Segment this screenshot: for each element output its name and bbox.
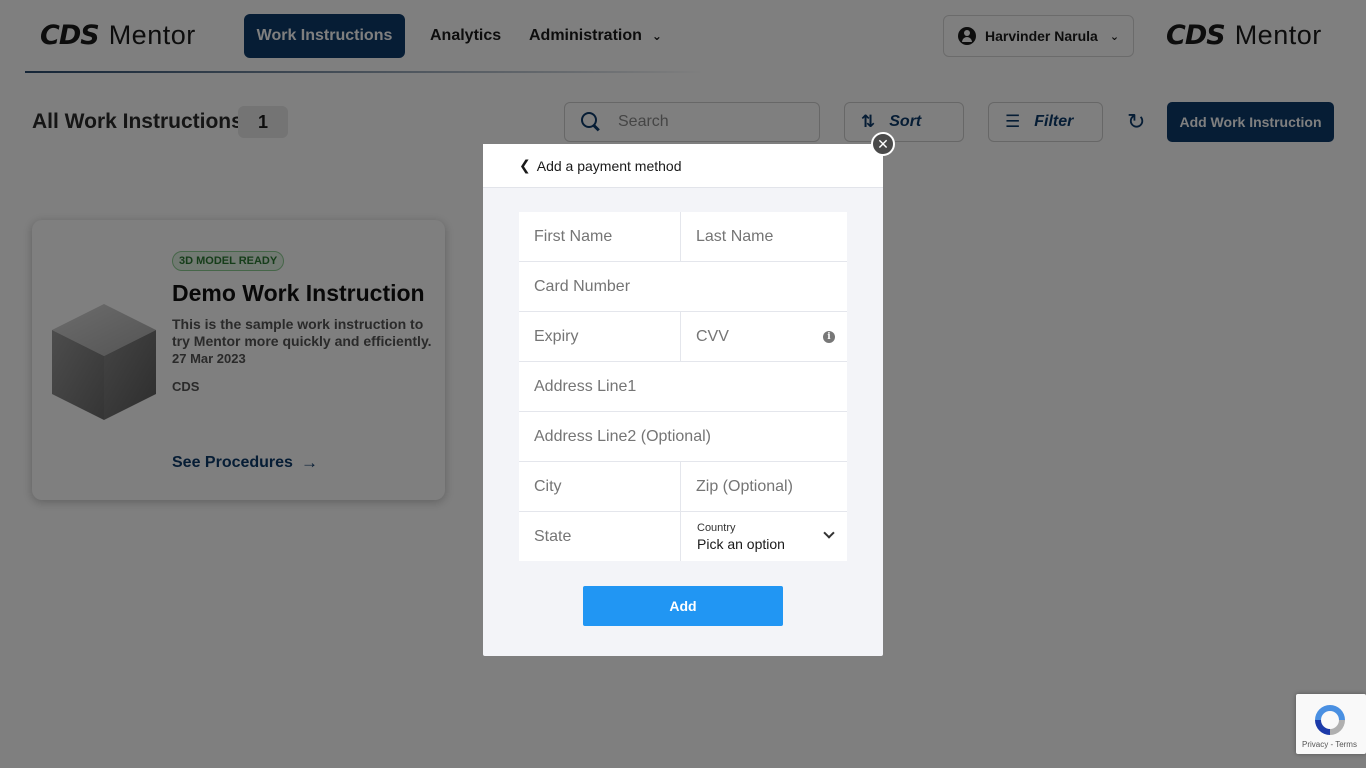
country-select[interactable]: Country Pick an option (681, 512, 847, 561)
form-row (519, 412, 847, 462)
country-value: Pick an option (697, 535, 785, 552)
form-row (519, 262, 847, 312)
expiry-input[interactable] (534, 327, 680, 346)
modal-title: Add a payment method (536, 157, 682, 174)
form-row: i (519, 312, 847, 362)
chevron-down-icon (823, 527, 835, 539)
cvv-field[interactable]: i (681, 312, 847, 361)
zip-input[interactable] (696, 477, 847, 496)
close-icon[interactable]: ✕ (871, 132, 895, 156)
address-line1-field[interactable] (519, 362, 847, 411)
zip-field[interactable] (681, 462, 847, 511)
chevron-left-icon[interactable]: ❮ (519, 157, 531, 174)
address-line1-input[interactable] (534, 377, 847, 396)
recaptcha-text[interactable]: Privacy - Terms (1302, 740, 1357, 749)
last-name-field[interactable] (681, 212, 847, 261)
city-input[interactable] (534, 477, 680, 496)
card-number-field[interactable] (519, 262, 847, 311)
form-row: Country Pick an option (519, 512, 847, 562)
card-number-input[interactable] (534, 277, 847, 296)
first-name-input[interactable] (534, 227, 680, 246)
recaptcha-badge[interactable]: Privacy - Terms (1296, 694, 1366, 754)
modal-header[interactable]: ❮ Add a payment method (483, 144, 883, 188)
recaptcha-icon (1315, 705, 1345, 735)
first-name-field[interactable] (519, 212, 681, 261)
payment-form: i Country Pick (519, 212, 847, 562)
state-input[interactable] (534, 527, 680, 546)
expiry-field[interactable] (519, 312, 681, 361)
form-row (519, 462, 847, 512)
state-field[interactable] (519, 512, 681, 561)
country-label: Country (697, 521, 736, 534)
address-line2-input[interactable] (534, 427, 847, 446)
payment-method-modal: ❮ Add a payment method i (483, 144, 883, 656)
address-line2-field[interactable] (519, 412, 847, 461)
form-row (519, 212, 847, 262)
add-button[interactable]: Add (583, 586, 783, 626)
info-icon[interactable]: i (823, 331, 835, 343)
form-row (519, 362, 847, 412)
last-name-input[interactable] (696, 227, 847, 246)
city-field[interactable] (519, 462, 681, 511)
